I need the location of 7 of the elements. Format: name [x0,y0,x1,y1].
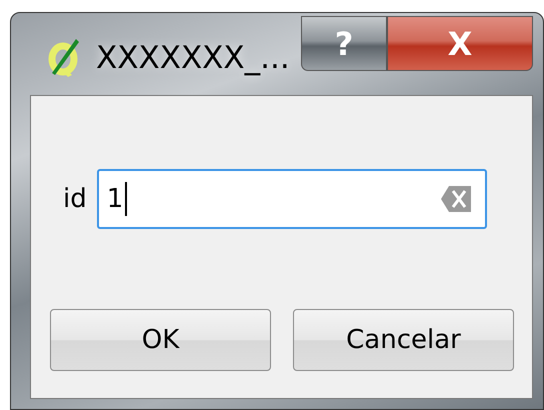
field-label: id [63,184,87,214]
cancel-button[interactable]: Cancelar [293,309,514,371]
input-field[interactable]: 1 [96,169,487,229]
ok-button[interactable]: OK [50,309,271,371]
clear-icon[interactable] [440,186,471,212]
close-button[interactable]: X [387,16,533,71]
window-title: XXXXXXX_... [96,40,290,76]
